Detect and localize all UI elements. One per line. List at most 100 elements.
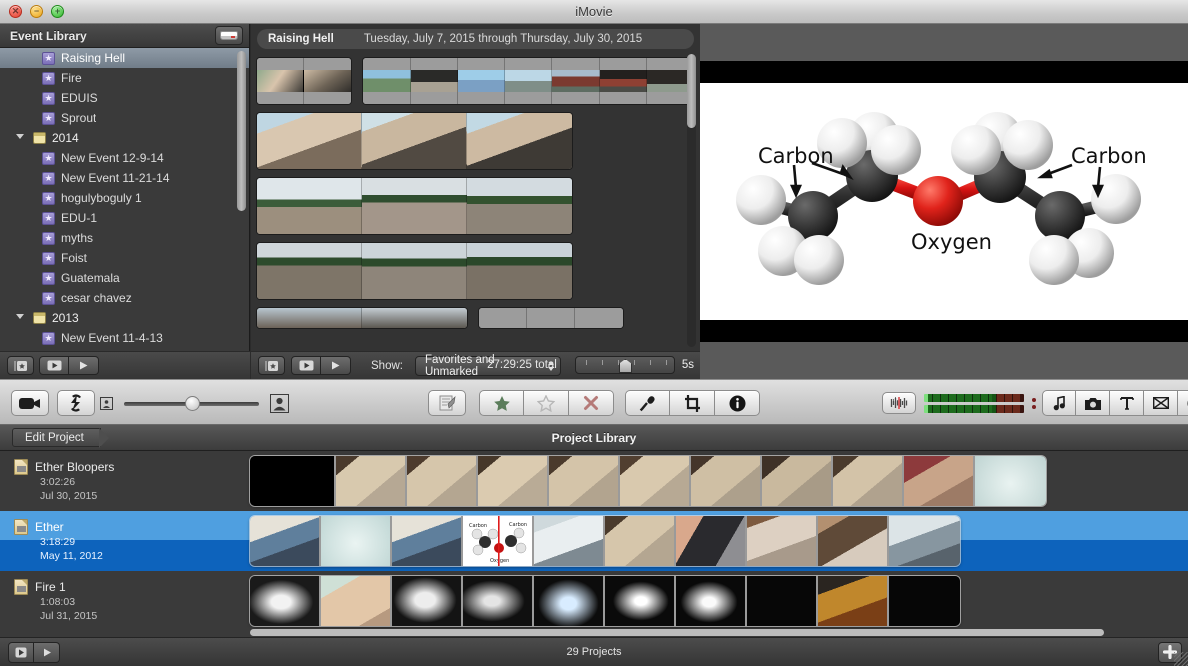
sidebar-item-new-event-11-21-14[interactable]: ★ New Event 11-21-14 (0, 168, 249, 188)
top-panes: Event Library ★ Raising Hell ★ Fire ★ ED… (0, 24, 1188, 379)
sidebar-item-edu-1[interactable]: ★ EDU-1 (0, 208, 249, 228)
svg-text:Oxygen: Oxygen (490, 558, 509, 564)
reject-button[interactable] (569, 390, 614, 416)
keyword-filter-button[interactable] (258, 356, 285, 375)
sidebar-item-fire[interactable]: ★ Fire (0, 68, 249, 88)
oxygen-label: Oxygen (911, 230, 992, 254)
project-frame (250, 516, 321, 566)
sidebar-item-eduis[interactable]: ★ EDUIS (0, 88, 249, 108)
unmark-favorite-button[interactable] (524, 390, 569, 416)
event-star-icon: ★ (42, 191, 55, 205)
unmark-star-outline-icon (537, 394, 555, 412)
project-row-ether[interactable]: Ether 3:18:29 May 11, 2012 Carbon Carbon… (0, 511, 1188, 571)
sidebar-item-hogulyboguly-1[interactable]: ★ hogulyboguly 1 (0, 188, 249, 208)
inspector-button[interactable] (715, 390, 760, 416)
sidebar-group-2013[interactable]: 2013 (0, 308, 249, 328)
event-star-icon: ★ (42, 291, 55, 305)
project-frame (534, 516, 605, 566)
chevron-down-icon[interactable] (16, 313, 24, 323)
photos-browser-button[interactable] (1076, 390, 1110, 416)
calendar-icon (33, 132, 46, 144)
event-library-scrollbar[interactable] (237, 51, 246, 211)
clip-frame (410, 58, 458, 104)
project-frame (478, 456, 549, 506)
clip-frame (467, 113, 572, 169)
project-library-list[interactable]: Ether Bloopers 3:02:26 Jul 30, 2015 Ethe… (0, 451, 1188, 637)
project-filmstrip[interactable]: Carbon Carbon Oxygen (250, 516, 960, 566)
event-clip[interactable] (257, 113, 572, 169)
event-browser-clips[interactable] (251, 52, 700, 351)
clip-frame (552, 58, 600, 104)
titles-browser-button[interactable] (1110, 390, 1144, 416)
event-clip[interactable] (257, 58, 352, 104)
resize-grip[interactable] (1174, 652, 1188, 666)
event-star-icon: ★ (42, 271, 55, 285)
event-browser-scrollbar[interactable] (687, 54, 696, 128)
play-selection-button[interactable] (39, 356, 69, 375)
sidebar-item-raising-hell[interactable]: ★ Raising Hell (0, 48, 249, 68)
audio-waveform-button[interactable] (882, 392, 916, 414)
maps-backgrounds-button[interactable] (1178, 390, 1188, 416)
clip-frame (257, 178, 362, 234)
transitions-icon (1152, 397, 1169, 409)
project-name-row: Ether Bloopers (14, 458, 250, 475)
import-from-camera-button[interactable] (11, 390, 49, 416)
sidebar-item-guatemala[interactable]: ★ Guatemala (0, 268, 249, 288)
event-clip[interactable] (363, 58, 694, 104)
thumbnail-size-slider[interactable] (124, 395, 259, 411)
crop-button[interactable] (670, 390, 715, 416)
mark-unmarked-button[interactable] (428, 390, 466, 416)
sidebar-item-label: hogulyboguly 1 (61, 191, 142, 205)
mark-favorite-button[interactable] (479, 390, 524, 416)
play-selection-button[interactable] (291, 356, 321, 375)
svg-text:Carbon: Carbon (509, 522, 527, 528)
sidebar-group-2014[interactable]: 2014 (0, 128, 249, 148)
show-filter-value: Favorites and Unmarked (424, 353, 495, 378)
chevron-down-icon[interactable] (16, 133, 24, 143)
project-frame (605, 576, 676, 626)
camera-import-icon (19, 397, 40, 409)
voiceover-microphone-icon (639, 395, 655, 411)
project-frame (250, 456, 336, 506)
transitions-browser-button[interactable] (1144, 390, 1178, 416)
sidebar-item-sprout[interactable]: ★ Sprout (0, 108, 249, 128)
event-clip[interactable] (479, 308, 623, 328)
event-clip[interactable] (257, 308, 467, 328)
viewer-image: Carbon Carbon Oxygen (700, 83, 1188, 320)
viewer-stage[interactable]: Carbon Carbon Oxygen (700, 61, 1188, 342)
voiceover-button[interactable] (625, 390, 670, 416)
event-library-sidebar: Event Library ★ Raising Hell ★ Fire ★ ED… (0, 24, 250, 379)
sidebar-item-label: EDUIS (61, 91, 98, 105)
event-library-list[interactable]: ★ Raising Hell ★ Fire ★ EDUIS ★ Sprout 2… (0, 48, 249, 351)
sidebar-item-label: myths (61, 231, 94, 245)
project-filmstrip[interactable] (250, 456, 1046, 506)
thumbnail-size-knob[interactable] (184, 395, 200, 411)
sidebar-item-myths[interactable]: ★ myths (0, 228, 249, 248)
project-frame (676, 516, 747, 566)
event-star-icon: ★ (42, 331, 55, 345)
sidebar-item-new-event-12-9-14[interactable]: ★ New Event 12-9-14 (0, 148, 249, 168)
project-frame (534, 576, 605, 626)
project-frame (904, 456, 975, 506)
project-row-ether-bloopers[interactable]: Ether Bloopers 3:02:26 Jul 30, 2015 (0, 451, 1188, 511)
swap-events-projects-button[interactable] (57, 390, 95, 416)
music-browser-button[interactable] (1042, 390, 1076, 416)
sidebar-item-foist[interactable]: ★ Foist (0, 248, 249, 268)
project-row-fire-1[interactable]: Fire 1 1:08:03 Jul 31, 2015 (0, 571, 1188, 631)
play-button[interactable] (69, 356, 99, 375)
project-frame (975, 456, 1046, 506)
show-filter-select[interactable]: Favorites and Unmarked (414, 353, 561, 378)
svg-text:Carbon: Carbon (469, 523, 487, 529)
edit-project-button[interactable]: Edit Project (12, 428, 109, 448)
project-frame (620, 456, 691, 506)
event-clip[interactable] (257, 178, 572, 234)
project-library-horizontal-scrollbar[interactable] (250, 629, 1178, 636)
keyword-button[interactable] (7, 356, 34, 375)
event-star-icon: ★ (42, 51, 55, 65)
drive-eject-button[interactable] (215, 26, 243, 45)
play-button[interactable] (321, 356, 351, 375)
sidebar-item-new-event-11-4-13[interactable]: ★ New Event 11-4-13 (0, 328, 249, 348)
sidebar-item-cesar-chavez[interactable]: ★ cesar chavez (0, 288, 249, 308)
event-clip[interactable] (257, 243, 572, 299)
project-filmstrip[interactable] (250, 576, 960, 626)
